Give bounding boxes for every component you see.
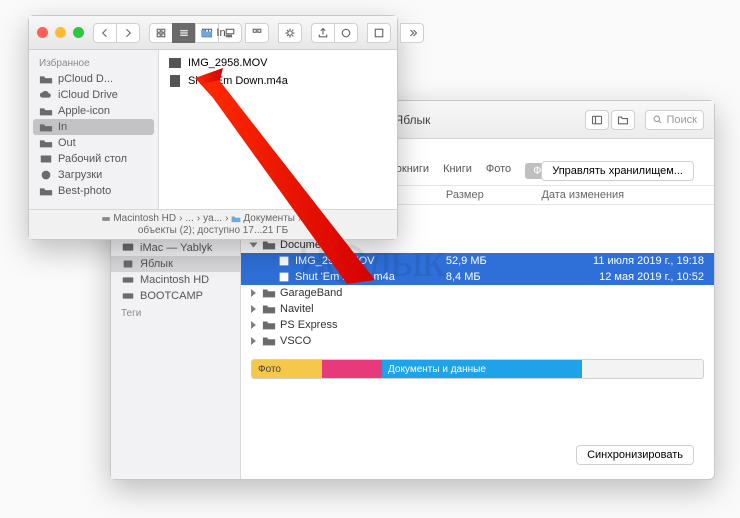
storage-seg-photo: Фото (252, 360, 322, 378)
tag-icon[interactable] (334, 23, 358, 43)
search-input[interactable]: Поиск (645, 110, 704, 130)
manage-storage-button[interactable]: Управлять хранилищем... (541, 161, 694, 181)
col-date[interactable]: Дата изменения (541, 189, 704, 201)
status-text: объекты (2); доступно 17...21 ГБ (138, 225, 288, 236)
arrange-icon[interactable] (245, 23, 269, 43)
nav-back-forward (94, 23, 140, 43)
close-icon[interactable] (37, 27, 48, 38)
finder-window: In Избранное pCloud D... iCloud Drive Ap… (28, 15, 398, 240)
sidebar-item-apple-icon[interactable]: Apple-icon (29, 103, 158, 119)
folder-icon (262, 287, 276, 299)
back-icon[interactable] (93, 23, 117, 43)
sidebar-item-macintosh-hd[interactable]: Macintosh HD (111, 272, 240, 288)
folder-row[interactable]: PS Express (241, 317, 714, 333)
front-title: In (200, 27, 225, 39)
view-switcher (150, 23, 242, 43)
folder-icon (262, 319, 276, 331)
storage-bar: Фото Документы и данные (251, 359, 704, 379)
folder-icon (262, 335, 276, 347)
sidebar-item-bootcamp[interactable]: BOOTCAMP (111, 288, 240, 304)
file-row[interactable]: Shut 'Em Down.m4a (165, 72, 391, 90)
sidebar-group-favorites: Избранное (29, 54, 158, 71)
action-icon[interactable] (278, 23, 302, 43)
sidebar-group-tags: Теги (111, 304, 240, 321)
share-icon[interactable] (311, 23, 335, 43)
sidebar-item-imac[interactable]: iMac — Yablyk (111, 240, 240, 256)
tab-photo[interactable]: Фото (486, 163, 511, 179)
sidebar-item-out[interactable]: Out (29, 135, 158, 151)
forward-icon[interactable] (116, 23, 140, 43)
traffic-lights (37, 27, 84, 38)
storage-seg-pink (322, 360, 382, 378)
folder-row[interactable]: GarageBand (241, 285, 714, 301)
tab-books[interactable]: Книги (443, 163, 472, 179)
more-icon[interactable] (400, 23, 424, 43)
search-placeholder: Поиск (667, 114, 697, 126)
folder-icon[interactable] (611, 110, 635, 130)
sidebar-toggle-icon[interactable] (585, 110, 609, 130)
front-footer: Macintosh HD › ... › ya... › Документы ›… (29, 209, 397, 239)
folder-row[interactable]: VSCO (241, 333, 714, 349)
sidebar-item-desktop[interactable]: Рабочий стол (29, 151, 158, 167)
movie-file-icon (167, 56, 183, 70)
sync-button[interactable]: Синхронизировать (576, 445, 694, 465)
window-title: Яблык (395, 113, 431, 127)
sidebar-item-icloud[interactable]: iCloud Drive (29, 87, 158, 103)
folder-icon (262, 239, 276, 251)
sidebar-item-best-photo[interactable]: Best-photo (29, 183, 158, 199)
sidebar-item-in[interactable]: In (33, 119, 154, 135)
folder-row[interactable]: Navitel (241, 301, 714, 317)
col-size[interactable]: Размер (446, 189, 542, 201)
audio-file-icon (167, 74, 183, 88)
breadcrumb[interactable]: Macintosh HD › ... › ya... › Документы ›… (101, 213, 324, 224)
file-row-mov[interactable]: IMG_2958.MOV52,9 МБ11 июля 2019 г., 19:1… (241, 253, 714, 269)
sidebar-item-pcloud[interactable]: pCloud D... (29, 71, 158, 87)
zoom-icon[interactable] (73, 27, 84, 38)
sidebar-item-downloads[interactable]: Загрузки (29, 167, 158, 183)
minimize-icon[interactable] (55, 27, 66, 38)
file-row[interactable]: IMG_2958.MOV (165, 54, 391, 72)
file-icon (277, 255, 291, 267)
file-row-m4a[interactable]: Shut 'Em Down.m4a8,4 МБ12 мая 2019 г., 1… (241, 269, 714, 285)
folder-icon (262, 303, 276, 315)
file-icon (277, 271, 291, 283)
front-titlebar: In (29, 16, 397, 50)
dropdown-icon[interactable] (367, 23, 391, 43)
view-icon-icon[interactable] (149, 23, 173, 43)
sidebar-item-yablyk[interactable]: Яблык (111, 256, 240, 272)
storage-seg-docs: Документы и данные (382, 360, 582, 378)
storage-seg-free (582, 360, 703, 378)
file-list: IMG_2958.MOV Shut 'Em Down.m4a (159, 50, 397, 209)
view-list-icon[interactable] (172, 23, 196, 43)
front-sidebar: Избранное pCloud D... iCloud Drive Apple… (29, 50, 159, 209)
